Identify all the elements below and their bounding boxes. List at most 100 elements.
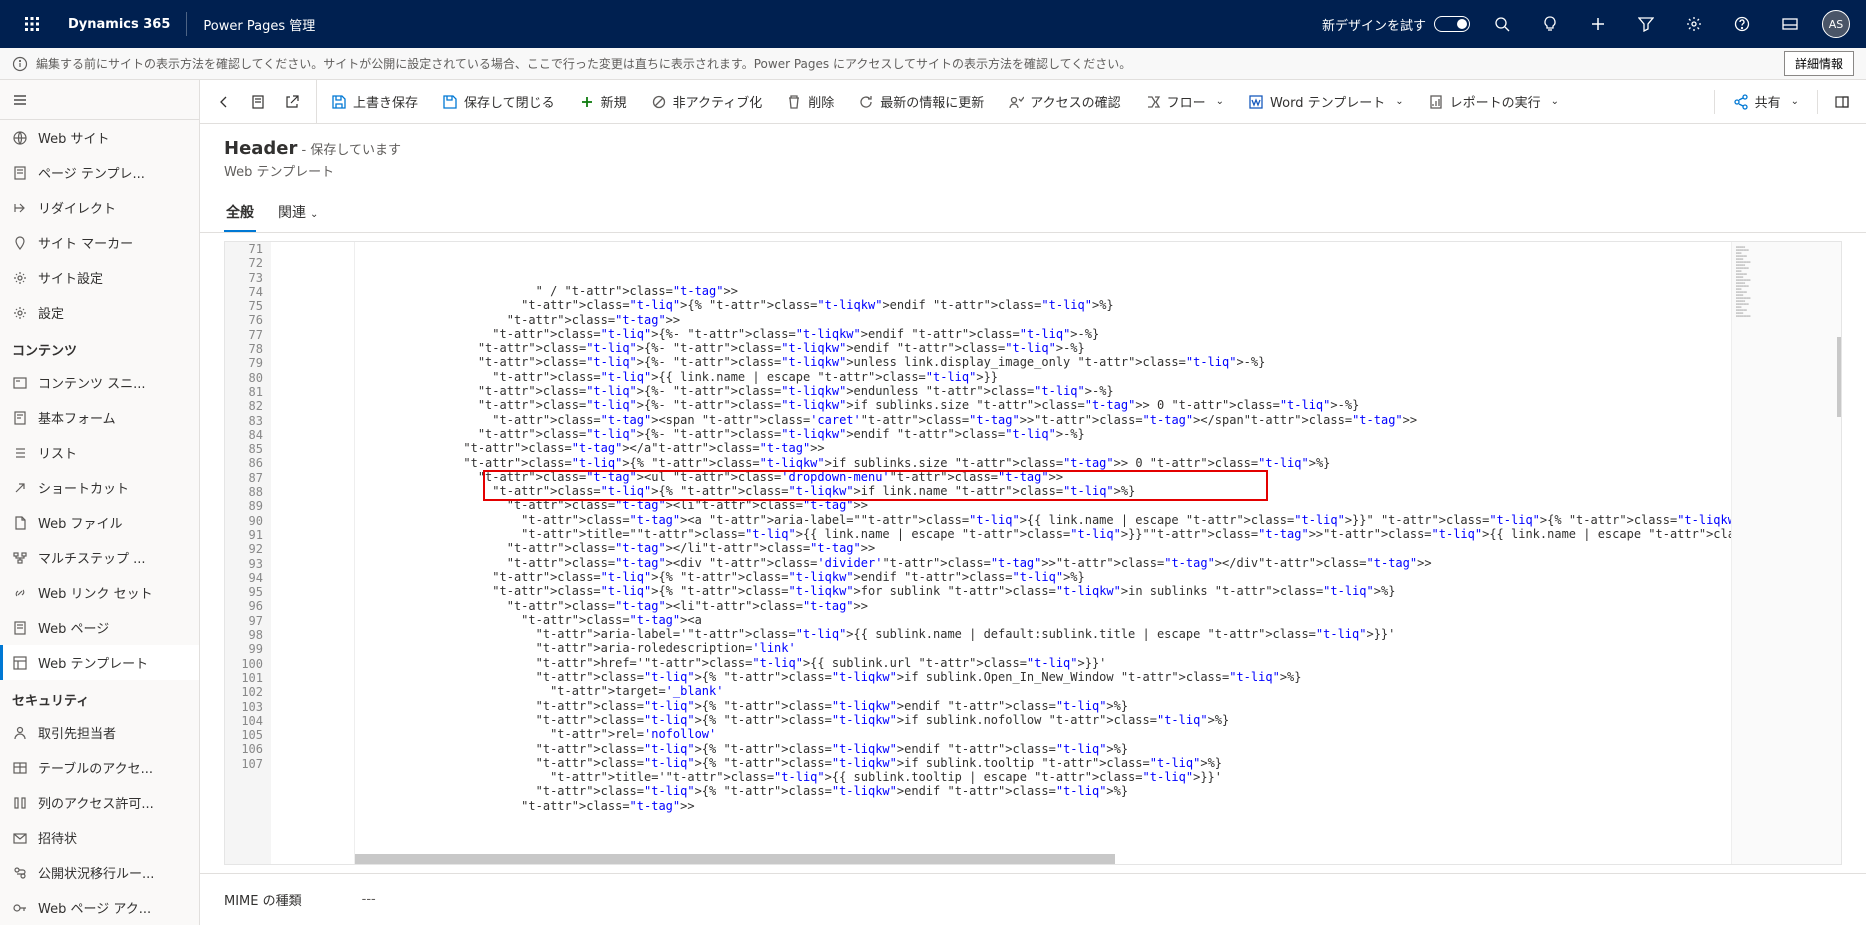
nav-icon [12,725,28,741]
sidebar-item[interactable]: リスト [0,435,199,470]
check-access-button[interactable]: アクセスの確認 [998,86,1130,117]
nav-icon [12,585,28,601]
fold-columns [271,242,355,864]
sidebar-item[interactable]: ページ テンプレ... [0,155,199,190]
hamburger-icon[interactable] [12,92,28,108]
minimap-thumb[interactable] [1837,337,1842,417]
nav-label: ページ テンプレ... [38,163,145,182]
horizontal-scrollbar[interactable] [355,854,1115,864]
nav-label: 取引先担当者 [38,723,116,742]
nav-label: 招待状 [38,828,77,847]
nav-icon [12,795,28,811]
mime-field: MIME の種類 --- [200,873,1866,925]
nav-icon [12,410,28,426]
deactivate-button[interactable]: 非アクティブ化 [641,86,773,117]
sidebar-item[interactable]: サイト設定 [0,260,199,295]
nav-label: Web リンク セット [38,583,153,602]
sidebar-item[interactable]: 取引先担当者 [0,715,199,750]
back-button[interactable] [208,86,240,118]
new-button[interactable]: 新規 [569,86,637,117]
sidebar-item[interactable]: サイト マーカー [0,225,199,260]
sidebar-item[interactable]: Web サイト [0,120,199,155]
sidebar-item[interactable]: 基本フォーム [0,400,199,435]
new-look-toggle[interactable]: 新デザインを試す [1314,15,1478,34]
nav-label: テーブルのアクセ... [38,758,153,777]
run-report-button[interactable]: レポートの実行⌄ [1418,86,1569,117]
tab-general[interactable]: 全般 [224,194,256,232]
infobar-details-button[interactable]: 詳細情報 [1784,51,1854,76]
infobar-text: 編集する前にサイトの表示方法を確認してください。サイトが公開に設定されている場合… [36,55,1131,72]
sidebar-item[interactable]: Web ページ アク... [0,890,199,925]
app-name[interactable]: Power Pages 管理 [191,15,327,34]
nav-label: リスト [38,443,77,462]
infobar: 編集する前にサイトの表示方法を確認してください。サイトが公開に設定されている場合… [0,48,1866,80]
nav-icon [12,480,28,496]
share-button[interactable]: 共有⌄ [1723,86,1809,117]
refresh-button[interactable]: 最新の情報に更新 [848,86,994,117]
nav-label: Web ページ [38,618,109,637]
nav-label: 公開状況移行ルー... [38,863,154,882]
sidebar-item[interactable]: 列のアクセス許可... [0,785,199,820]
word-template-button[interactable]: Word テンプレート⌄ [1238,86,1414,117]
popout-icon[interactable] [276,86,308,118]
avatar[interactable]: AS [1822,10,1850,38]
delete-button[interactable]: 削除 [776,86,844,117]
sidebar-item[interactable]: コンテンツ スニ... [0,365,199,400]
nav-label: サイト設定 [38,268,103,287]
app-launcher[interactable] [8,0,56,48]
sidebar-item[interactable]: 招待状 [0,820,199,855]
nav-label: Web ページ アク... [38,898,151,917]
sidebar-item[interactable]: テーブルのアクセ... [0,750,199,785]
nav-icon [12,900,28,916]
nav-icon [12,655,28,671]
sidebar-item[interactable]: Web リンク セット [0,575,199,610]
related-pane-icon[interactable] [1826,86,1858,118]
filter-icon[interactable] [1622,0,1670,48]
sidebar-item[interactable]: ショートカット [0,470,199,505]
nav-icon [12,445,28,461]
toggle-label: 新デザインを試す [1322,15,1426,34]
save-close-button[interactable]: 保存して閉じる [432,86,565,117]
help-icon[interactable] [1718,0,1766,48]
code-content[interactable]: " / "t-attr">class="t-tag">> "t-attr">cl… [355,242,1731,864]
nav-icon [12,550,28,566]
gear-icon[interactable] [1670,0,1718,48]
nav-label: 設定 [38,303,64,322]
mime-value[interactable]: --- [362,892,376,907]
nav-label: コンテンツ スニ... [38,373,146,392]
nav-icon [12,760,28,776]
nav-label: Web ファイル [38,513,122,532]
sidebar-item[interactable]: 公開状況移行ルー... [0,855,199,890]
nav-icon [12,620,28,636]
sidebar-item[interactable]: Web テンプレート [0,645,199,680]
tab-related[interactable]: 関連⌄ [276,194,320,232]
open-record-set-icon[interactable] [242,86,274,118]
tabs: 全般 関連⌄ [200,180,1866,233]
nav-label: Web サイト [38,128,109,147]
nav-icon [12,130,28,146]
minimap[interactable]: ▬▬▬▬▬▬▬▬▬▬▬▬▬▬▬▬▬▬▬▬▬▬▬▬▬▬▬▬▬▬▬▬▬▬▬▬▬▬▬▬… [1731,242,1841,864]
nav-icon [12,200,28,216]
add-icon[interactable] [1574,0,1622,48]
panel-icon[interactable] [1766,0,1814,48]
sidebar: Web サイトページ テンプレ...リダイレクトサイト マーカーサイト設定設定 … [0,80,200,925]
sidebar-item[interactable]: リダイレクト [0,190,199,225]
nav-label: サイト マーカー [38,233,133,252]
nav-icon [12,830,28,846]
nav-icon [12,305,28,321]
toggle-switch[interactable] [1434,16,1470,32]
sidebar-item[interactable]: マルチステップ ... [0,540,199,575]
sidebar-item[interactable]: Web ファイル [0,505,199,540]
nav-icon [12,235,28,251]
lightbulb-icon[interactable] [1526,0,1574,48]
line-numbers: 7172737475767778798081828384858687888990… [225,242,271,864]
sidebar-item[interactable]: Web ページ [0,610,199,645]
search-icon[interactable] [1478,0,1526,48]
save-button[interactable]: 上書き保存 [321,86,428,117]
sidebar-item[interactable]: 設定 [0,295,199,330]
page-title: Header [224,138,297,159]
save-status: - 保存しています [302,143,401,158]
nav-group-security: セキュリティ [0,680,199,715]
flow-button[interactable]: フロー⌄ [1135,86,1234,117]
code-editor[interactable]: 7172737475767778798081828384858687888990… [224,241,1842,865]
